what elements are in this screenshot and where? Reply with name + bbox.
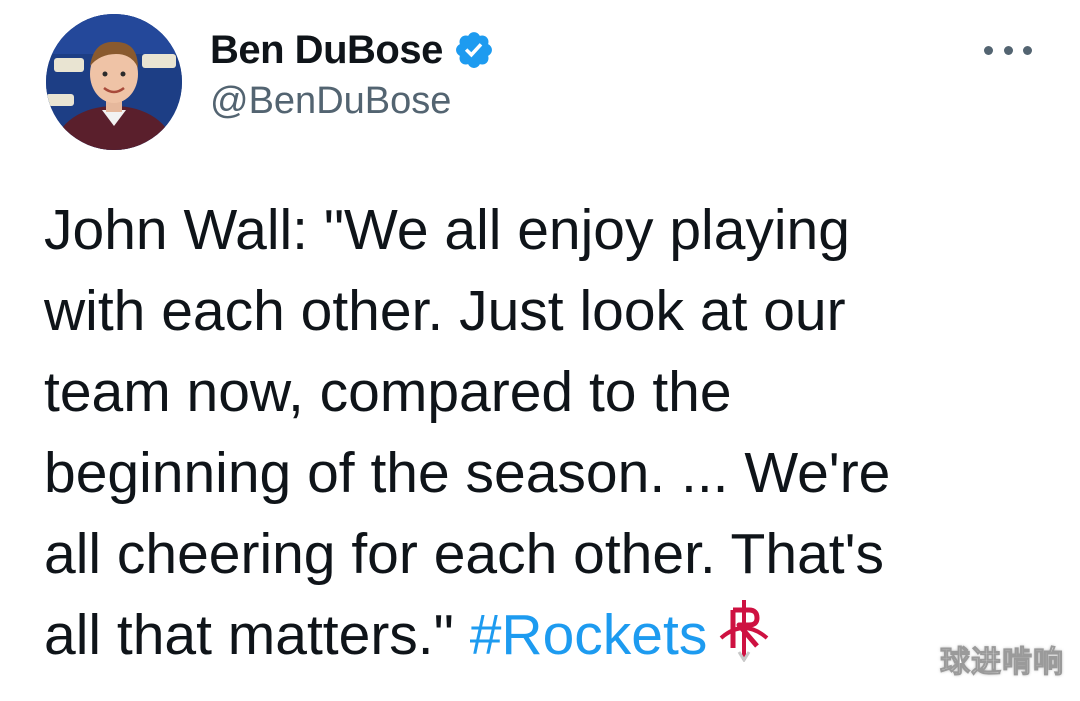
tweet-text: John Wall: "We all enjoy playing with ea… [44, 190, 1034, 676]
tweet-line: John Wall: "We all enjoy playing [44, 198, 850, 262]
source-watermark: 球进啃响 [940, 645, 1064, 681]
author-display-name[interactable]: Ben DuBose [210, 28, 443, 73]
more-options-icon-dot [1023, 45, 1032, 55]
profile-photo [46, 14, 182, 150]
tweet-line: beginning of the season. ... We're [44, 441, 891, 505]
author-name-row[interactable]: Ben DuBose [210, 26, 495, 74]
tweet-last-line: all that matters." #Rockets [44, 595, 1034, 676]
more-options-button[interactable] [984, 36, 1032, 64]
more-options-icon [984, 45, 993, 55]
tweet-line: with each other. Just look at our [44, 279, 846, 343]
author-handle[interactable]: @BenDuBose [210, 80, 451, 123]
hashtag-link[interactable]: #Rockets [470, 603, 708, 667]
tweet-line: all cheering for each other. That's [44, 522, 884, 586]
tweet-line: all that matters." [44, 603, 470, 667]
houston-rockets-logo-icon [717, 598, 771, 663]
tweet-line: team now, compared to the [44, 360, 732, 424]
author-avatar[interactable] [46, 14, 182, 150]
verified-badge-icon [453, 29, 495, 71]
more-options-icon-dot [1003, 45, 1013, 55]
